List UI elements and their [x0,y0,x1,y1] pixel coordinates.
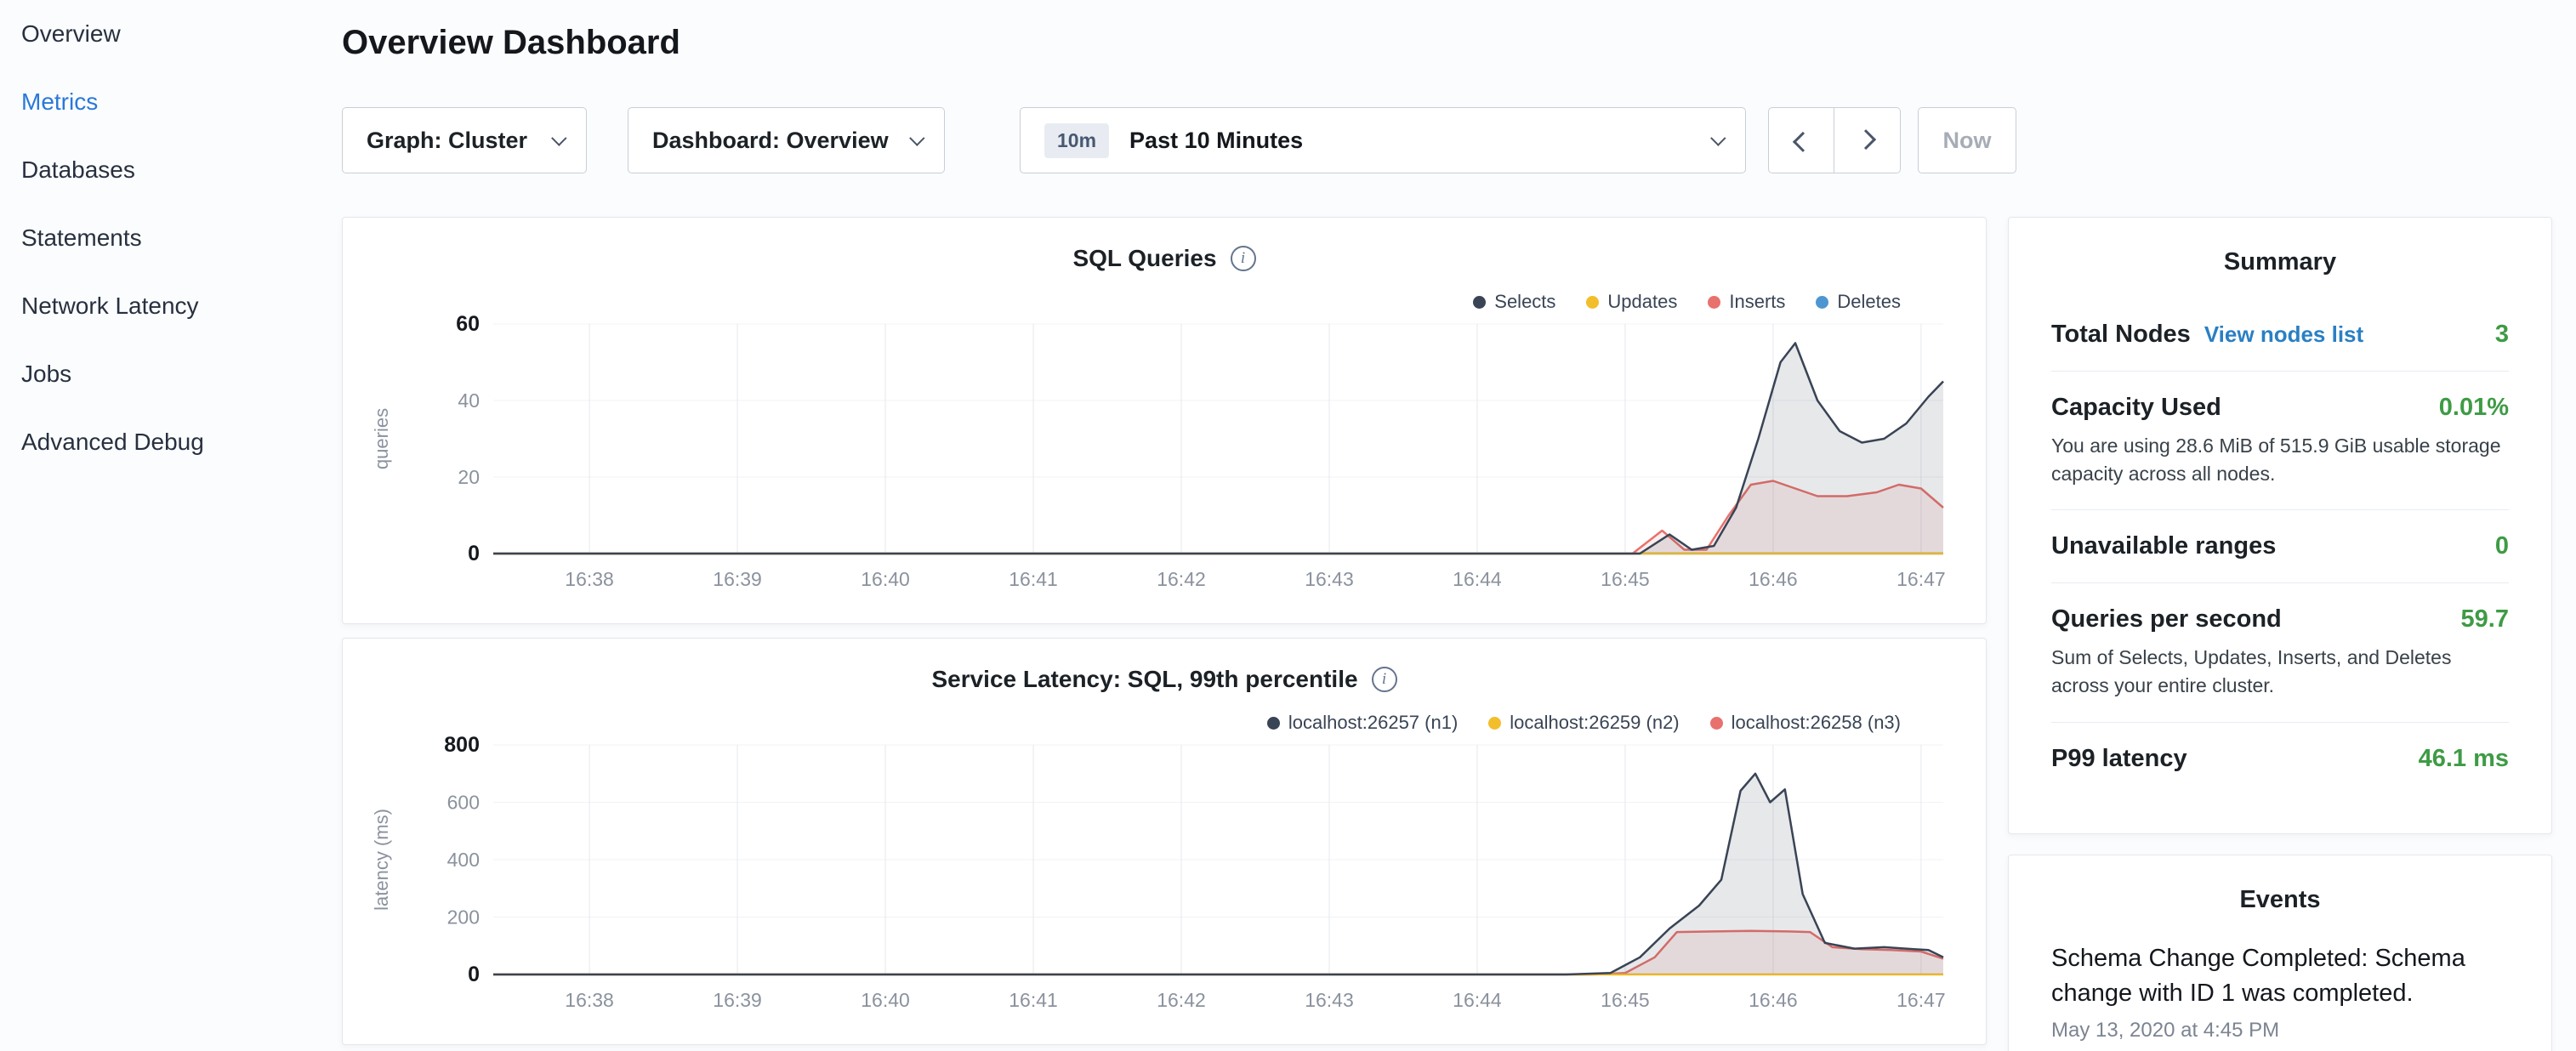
info-icon[interactable] [1372,667,1397,692]
chart-title: SQL Queries [1072,245,1216,272]
svg-text:queries: queries [371,408,392,469]
summary-row-total-nodes: Total Nodes View nodes list 3 [2051,298,2509,371]
time-range-label: Past 10 Minutes [1129,128,1303,154]
svg-text:16:44: 16:44 [1453,568,1502,590]
svg-text:16:42: 16:42 [1157,568,1206,590]
svg-text:0: 0 [468,963,480,986]
summary-subtext: Sum of Selects, Updates, Inserts, and De… [2051,644,2509,699]
svg-text:16:43: 16:43 [1305,989,1354,1011]
summary-label: P99 latency [2051,745,2187,773]
chevron-down-icon [1710,130,1726,145]
info-icon[interactable] [1231,246,1256,271]
summary-value: 3 [2495,321,2509,349]
summary-value: 0.01% [2439,394,2509,422]
summary-row-p99-latency: P99 latency 46.1 ms [2051,722,2509,795]
summary-value: 0 [2495,532,2509,560]
svg-text:16:42: 16:42 [1157,989,1206,1011]
page-title: Overview Dashboard [342,24,680,62]
svg-text:200: 200 [447,906,480,929]
graph-scope-label: Graph: Cluster [367,128,527,154]
svg-text:60: 60 [456,312,480,336]
time-range-selector[interactable]: 10m Past 10 Minutes [1020,107,1746,173]
svg-text:latency (ms): latency (ms) [371,809,392,911]
chevron-left-icon [1792,131,1812,151]
now-button[interactable]: Now [1918,107,2016,173]
sidebar-item-jobs[interactable]: Jobs [21,340,323,408]
service-latency-panel: Service Latency: SQL, 99th percentile lo… [342,638,1987,1045]
sidebar: Overview Metrics Databases Statements Ne… [0,0,323,476]
sidebar-item-overview[interactable]: Overview [21,0,323,68]
svg-text:16:39: 16:39 [713,568,762,590]
summary-rows: Total Nodes View nodes list 3 Capacity U… [2051,298,2509,795]
sidebar-item-databases[interactable]: Databases [21,136,323,204]
summary-panel: Summary Total Nodes View nodes list 3 Ca… [2008,217,2552,834]
svg-text:16:46: 16:46 [1749,989,1798,1011]
svg-text:16:40: 16:40 [861,568,910,590]
svg-text:400: 400 [447,849,480,871]
svg-text:800: 800 [444,733,480,757]
controls-bar: Graph: Cluster Dashboard: Overview 10m P… [342,107,2016,173]
svg-text:20: 20 [458,466,480,488]
summary-label: Unavailable ranges [2051,532,2276,560]
summary-row-unavailable-ranges: Unavailable ranges 0 [2051,509,2509,582]
right-sidebar: Summary Total Nodes View nodes list 3 Ca… [2008,217,2552,1051]
view-nodes-list-link[interactable]: View nodes list [2204,321,2363,348]
summary-label: Capacity Used [2051,394,2221,422]
summary-value: 46.1 ms [2419,745,2509,773]
svg-text:16:45: 16:45 [1601,989,1650,1011]
chevron-down-icon [909,130,924,145]
svg-text:16:47: 16:47 [1896,989,1946,1011]
time-back-button[interactable] [1768,107,1834,173]
summary-label: Queries per second [2051,605,2282,633]
svg-text:16:41: 16:41 [1009,568,1058,590]
summary-title: Summary [2051,248,2509,276]
svg-text:16:39: 16:39 [713,989,762,1011]
graph-scope-dropdown[interactable]: Graph: Cluster [342,107,587,173]
chevron-down-icon [551,130,566,145]
svg-text:40: 40 [458,389,480,412]
svg-text:16:38: 16:38 [565,568,614,590]
summary-subtext: You are using 28.6 MiB of 515.9 GiB usab… [2051,432,2509,487]
metrics-page: Overview Metrics Databases Statements Ne… [0,0,2576,1051]
sidebar-item-network-latency[interactable]: Network Latency [21,272,323,340]
svg-text:16:44: 16:44 [1453,989,1502,1011]
chevron-right-icon [1856,129,1876,150]
sql-queries-panel: SQL Queries SelectsUpdatesInsertsDeletes… [342,217,1987,624]
events-title: Events [2051,886,2509,914]
summary-label: Total Nodes [2051,321,2191,349]
time-range-badge: 10m [1044,123,1109,158]
svg-text:16:46: 16:46 [1749,568,1798,590]
sidebar-item-statements[interactable]: Statements [21,204,323,272]
summary-row-queries-per-second: Queries per second 59.7 Sum of Selects, … [2051,582,2509,721]
svg-text:0: 0 [468,542,480,565]
sidebar-item-advanced-debug[interactable]: Advanced Debug [21,408,323,476]
chart-title-row: SQL Queries [343,245,1986,272]
time-nav-button-group [1768,107,1901,173]
sidebar-item-metrics[interactable]: Metrics [21,68,323,136]
event-text: Schema Change Completed: Schema change w… [2051,941,2509,1010]
chart-title-row: Service Latency: SQL, 99th percentile [343,666,1986,693]
dashboard-dropdown[interactable]: Dashboard: Overview [628,107,945,173]
service-latency-chart[interactable]: 16:38 16:39 16:40 16:41 16:42 16:43 16:44 16:45… [349,728,1982,1017]
events-panel: Events Schema Change Completed: Schema c… [2008,855,2552,1051]
sql-queries-chart[interactable]: 16:38 16:39 16:40 16:41 16:42 16:43 16:44 16:45… [349,307,1982,596]
svg-text:16:45: 16:45 [1601,568,1650,590]
svg-text:16:38: 16:38 [565,989,614,1011]
summary-row-capacity-used: Capacity Used 0.01% You are using 28.6 M… [2051,371,2509,509]
dashboard-label: Dashboard: Overview [652,128,889,154]
time-forward-button[interactable] [1834,107,1901,173]
svg-text:16:43: 16:43 [1305,568,1354,590]
chart-title: Service Latency: SQL, 99th percentile [931,666,1357,693]
svg-text:16:40: 16:40 [861,989,910,1011]
summary-value: 59.7 [2461,605,2509,633]
svg-text:16:41: 16:41 [1009,989,1058,1011]
svg-text:16:47: 16:47 [1896,568,1946,590]
event-timestamp: May 13, 2020 at 4:45 PM [2051,1019,2509,1042]
charts-column: SQL Queries SelectsUpdatesInsertsDeletes… [342,217,1987,1045]
event-item[interactable]: Schema Change Completed: Schema change w… [2051,941,2509,1042]
svg-text:600: 600 [447,792,480,814]
